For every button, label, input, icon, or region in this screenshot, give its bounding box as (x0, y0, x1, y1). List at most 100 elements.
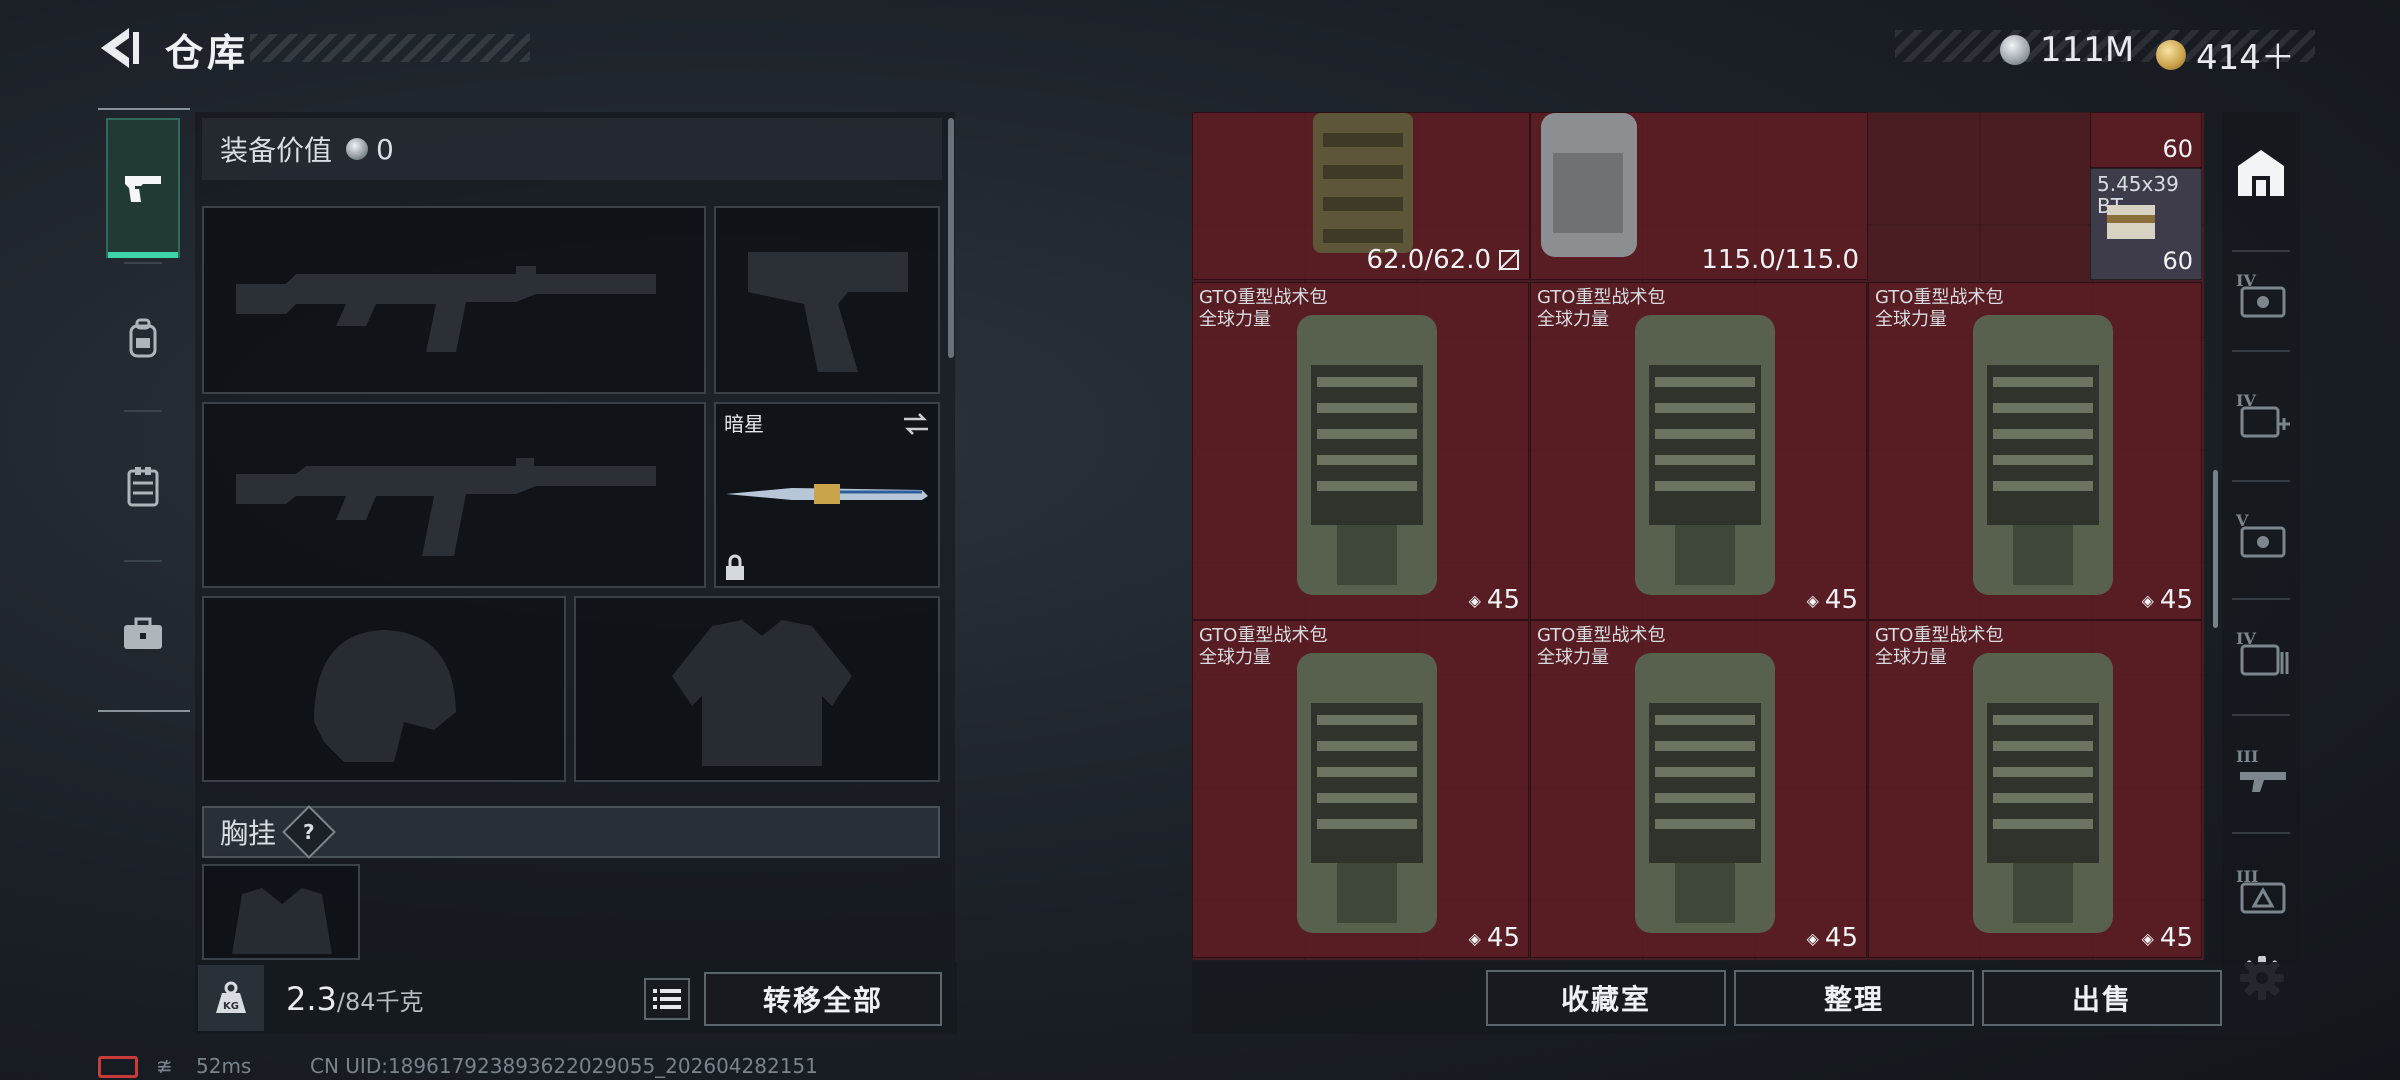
durability-readout: 115.0/115.0 (1701, 245, 1859, 275)
gold-currency-value: 414＋ (2196, 38, 2295, 78)
weight-current: 2.3 (286, 980, 337, 1018)
chest-rig-icon (232, 888, 332, 954)
capacity-readout: ◈ 45 (2142, 923, 2193, 953)
silver-currency-value: 111M (2040, 30, 2135, 70)
backpack-capacity-icon: ◈ (1806, 928, 1819, 948)
capacity-value: 45 (2159, 585, 2193, 615)
stash-home-button[interactable] (2234, 146, 2288, 200)
list-view-button[interactable] (644, 978, 690, 1020)
camo-vest-icon (1313, 113, 1413, 253)
briefcase-icon (124, 617, 162, 649)
stash-item-ammo-2[interactable]: 5.45x39 BT 60 (2090, 168, 2202, 280)
stash-item-backpack[interactable]: GTO重型战术包 全球力量 ◈ 45 (1192, 620, 1529, 958)
nav-separator (124, 262, 162, 264)
stash-item-vest-1[interactable]: 62.0/62.0 (1192, 112, 1530, 280)
tactical-backpack-icon (1297, 653, 1437, 933)
stash-item-backpack[interactable]: GTO重型战术包 全球力量 ◈ 45 (1530, 620, 1867, 958)
capacity-readout: ◈ 45 (1469, 923, 1520, 953)
helmet-slot[interactable] (202, 596, 566, 782)
stash-item-backpack[interactable]: GTO重型战术包 全球力量 ◈ 45 (1530, 282, 1867, 620)
container-tab-iii-1[interactable]: III (2234, 744, 2292, 800)
battery-icon (98, 1056, 138, 1078)
equipment-value-bar: 装备价值 0 (202, 118, 942, 180)
armor-slot[interactable] (574, 596, 940, 782)
tier5-case-icon: V (2235, 511, 2286, 558)
page-title: 仓库 (165, 31, 250, 75)
nav-separator (2232, 350, 2290, 352)
back-button[interactable] (95, 22, 147, 74)
nav-tab-weapons[interactable] (106, 118, 180, 258)
melee-name: 暗星 (724, 412, 764, 436)
tier3-case-icon: III (2236, 867, 2286, 914)
stash-item-ammo-1[interactable]: 60 (2090, 112, 2202, 168)
stash-item-backpack[interactable]: GTO重型战术包 全球力量 ◈ 45 (1868, 282, 2202, 620)
container-tab-v[interactable]: V (2234, 508, 2292, 564)
ping-value: 52ms (196, 1054, 252, 1078)
pistol-icon (748, 252, 908, 372)
tactical-backpack-icon (1635, 315, 1775, 595)
sidearm-slot[interactable] (714, 206, 940, 394)
collection-room-button[interactable]: 收藏室 (1486, 970, 1726, 1026)
backpack-icon (129, 318, 157, 358)
capacity-value: 45 (1824, 585, 1858, 615)
back-arrow-icon (101, 28, 139, 68)
capacity-readout: ◈ 45 (1469, 585, 1520, 615)
stash-home-icon (2238, 150, 2284, 196)
container-tab-iii-2[interactable]: III (2234, 864, 2292, 920)
nav-separator (2232, 598, 2290, 600)
list-icon (653, 989, 681, 1009)
backpack-capacity-icon: ◈ (1806, 590, 1819, 610)
svg-text:III: III (2236, 747, 2258, 766)
nav-tab-backpack[interactable] (106, 268, 180, 408)
swap-icon[interactable] (902, 412, 930, 436)
nav-separator (2232, 714, 2290, 716)
no-repair-icon (1498, 249, 1520, 271)
organize-button[interactable]: 整理 (1734, 970, 1974, 1026)
silver-currency[interactable]: 111M (2000, 30, 2134, 70)
ammo-count: 60 (2162, 135, 2193, 163)
primary-weapon-slot-1[interactable] (202, 206, 706, 394)
capacity-readout: ◈ 45 (2142, 585, 2193, 615)
chest-rig-label: 胸挂 (220, 817, 277, 850)
container-tab-iv-1[interactable]: IV (2234, 268, 2292, 324)
silver-coin-icon (2000, 35, 2030, 65)
capacity-readout: ◈ 45 (1807, 585, 1858, 615)
tactical-backpack-icon (1297, 315, 1437, 595)
primary-weapon-slot-2[interactable] (202, 402, 706, 588)
weight-icon-box: KG (198, 965, 264, 1031)
equipment-value: 0 (376, 132, 394, 166)
nav-divider-top (98, 108, 190, 110)
lock-icon (726, 554, 744, 580)
nav-tab-case[interactable] (106, 564, 180, 704)
container-tab-iv-3[interactable]: IV (2234, 626, 2292, 682)
stash-grid[interactable]: 62.0/62.0 115.0/115.0 60 5.45x39 BT 60 G… (1192, 112, 2204, 960)
title-decoration (250, 34, 530, 62)
tier4-medical-icon: IV (2236, 391, 2290, 438)
tier3-weapon-case-icon: III (2236, 747, 2286, 792)
stash-item-backpack[interactable]: GTO重型战术包 全球力量 ◈ 45 (1868, 620, 2202, 958)
stash-item-backpack[interactable]: GTO重型战术包 全球力量 ◈ 45 (1192, 282, 1529, 620)
pistol-icon (125, 176, 161, 202)
sell-button[interactable]: 出售 (1982, 970, 2222, 1026)
grey-vest-icon (1541, 113, 1637, 257)
rifle-icon (236, 458, 656, 556)
transfer-all-button[interactable]: 转移全部 (704, 972, 942, 1026)
container-tab-iv-2[interactable]: IV (2234, 388, 2292, 444)
chest-rig-slot[interactable] (202, 864, 360, 960)
silver-coin-icon (346, 138, 369, 160)
chest-rig-header: 胸挂 ? (202, 805, 940, 859)
gold-currency[interactable]: 414＋ (2156, 30, 2295, 79)
nav-separator (2232, 480, 2290, 482)
nav-tab-vest[interactable] (106, 416, 180, 556)
helmet-icon (314, 630, 456, 762)
equipment-scrollbar[interactable] (948, 118, 954, 358)
backpack-capacity-icon: ◈ (2141, 590, 2154, 610)
rifle-icon (236, 266, 656, 352)
capacity-value: 45 (1824, 923, 1858, 953)
help-icon[interactable]: ? (282, 805, 336, 859)
stash-scrollbar[interactable] (2213, 470, 2218, 628)
melee-slot[interactable]: 暗星 (714, 402, 940, 588)
stash-item-vest-2[interactable]: 115.0/115.0 (1530, 112, 1868, 280)
durability-value: 115.0/115.0 (1701, 245, 1859, 275)
ammo-box-icon (2107, 205, 2155, 239)
